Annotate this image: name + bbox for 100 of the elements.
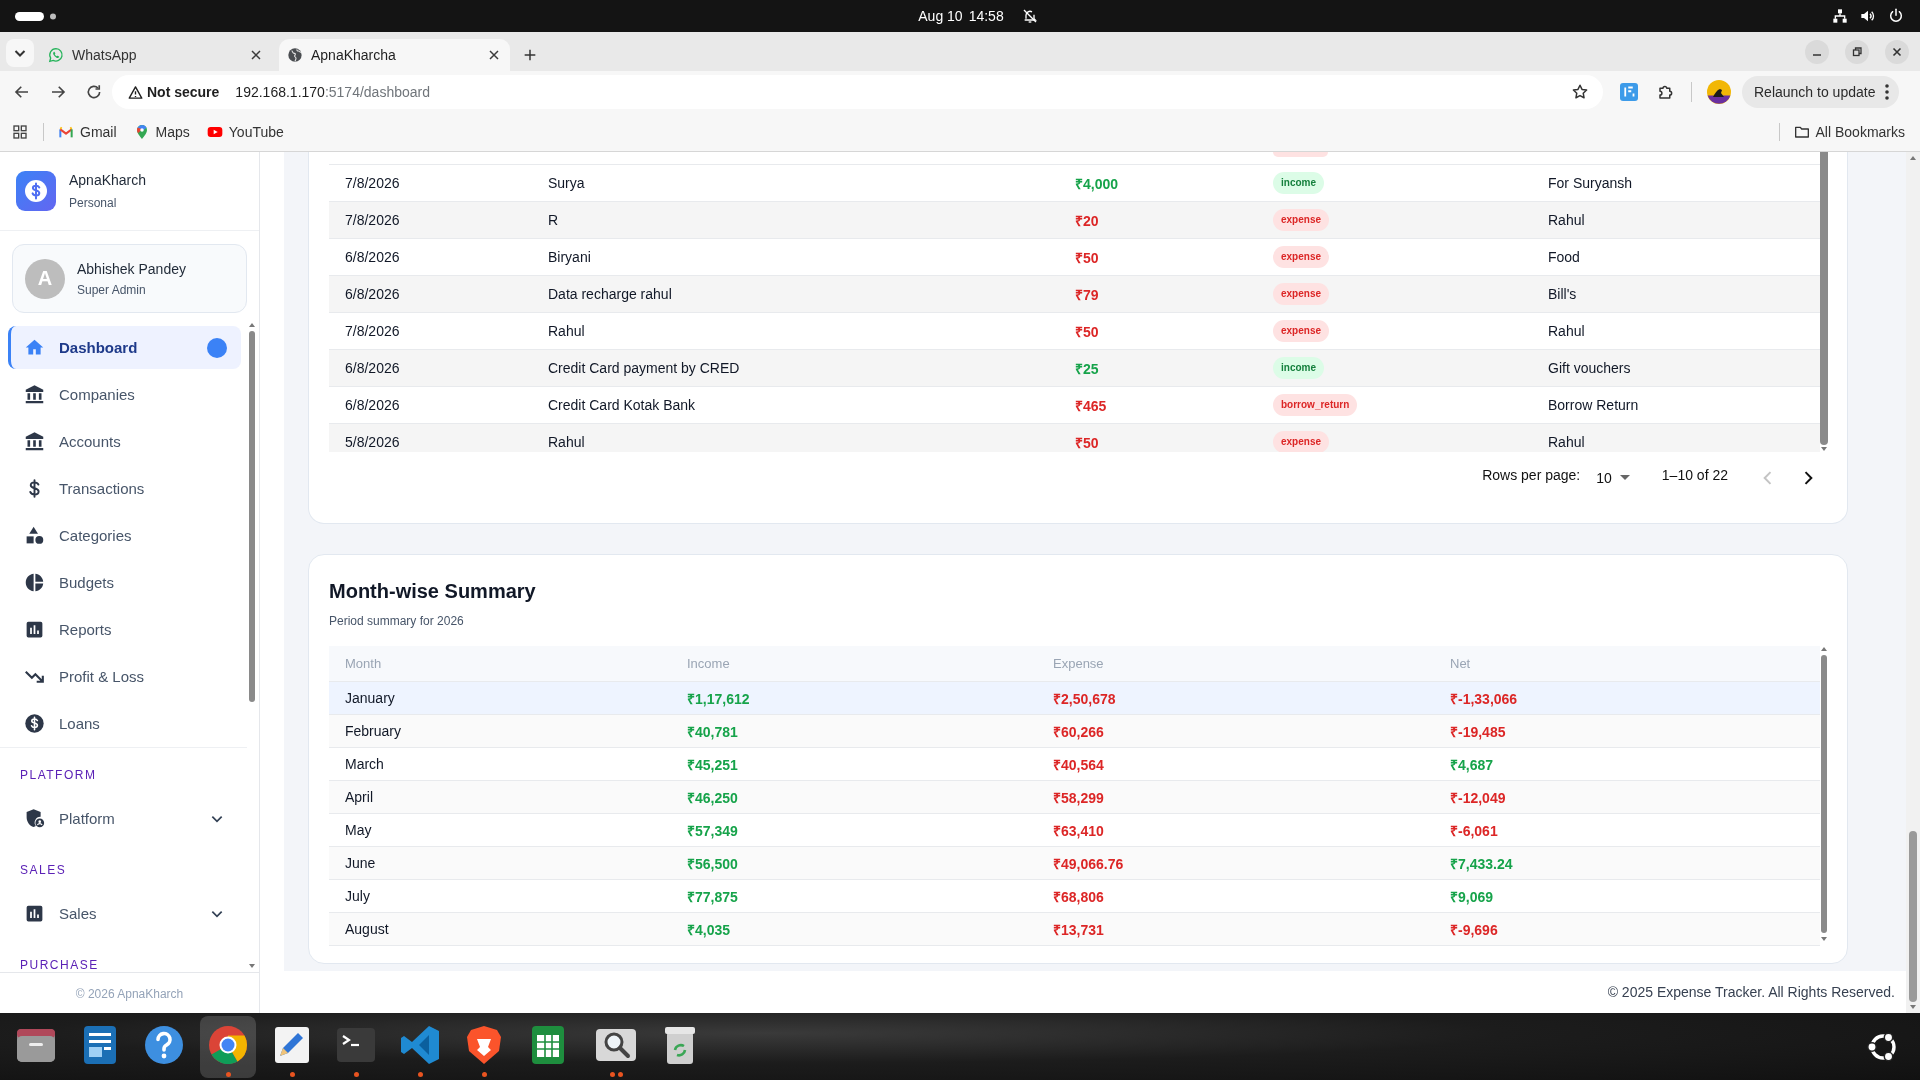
table-row[interactable]: June ₹56,500 ₹49,066.76 ₹7,433.24 <box>329 847 1820 880</box>
nav-group-item[interactable]: Platform <box>8 797 241 840</box>
table-row[interactable]: 7/8/2026 R ₹20 expense Rahul <box>329 202 1820 239</box>
muted-bell-icon[interactable] <box>1021 8 1038 24</box>
nav-item[interactable]: Transactions <box>8 467 241 510</box>
scroll-down-icon[interactable] <box>248 963 256 969</box>
scroll-up-icon[interactable] <box>1909 155 1917 161</box>
nav-item[interactable]: Profit & Loss <box>8 655 241 698</box>
nav-item[interactable]: Accounts <box>8 420 241 463</box>
table-row[interactable]: 6/8/2026 Data recharge rahul ₹79 expense Bill's <box>329 276 1820 313</box>
relaunch-button[interactable]: Relaunch to update <box>1742 76 1900 108</box>
description-cell-text: Credit Card payment by CRED <box>547 360 741 376</box>
net-cell-text: ₹-1,33,066 <box>1449 689 1519 708</box>
date-cell-text: 6/8/2026 <box>344 286 401 302</box>
table-row[interactable]: April ₹46,250 ₹58,299 ₹-12,049 <box>329 781 1820 814</box>
url-text[interactable]: 192.168.1.170:5174/dashboard <box>235 84 430 100</box>
table-row[interactable]: 6/8/2026 Credit Card payment by CRED ₹25 income Gift vouchers <box>329 350 1820 387</box>
workspace-indicator-icon[interactable] <box>15 11 56 21</box>
month-cell-text: June <box>344 855 377 871</box>
net-cell-text: ₹-6,061 <box>1449 821 1499 840</box>
amount-cell-text: ₹50 <box>1074 248 1100 267</box>
browser-tab[interactable]: WhatsApp <box>38 39 270 71</box>
income-cell-text: ₹1,17,612 <box>686 689 751 708</box>
amount-cell-text: ₹50 <box>1074 433 1100 452</box>
all-bookmarks-link[interactable]: All Bookmarks <box>1793 124 1905 140</box>
user-card[interactable]: A Abhishek Pandey Super Admin <box>12 244 247 313</box>
tab-search-icon[interactable] <box>6 39 34 67</box>
scrollbar[interactable] <box>1906 152 1920 1013</box>
nav-item[interactable]: Categories <box>8 514 241 557</box>
bar-chart-icon <box>24 903 45 924</box>
puzzle-icon[interactable] <box>1657 83 1675 101</box>
table-row[interactable]: February ₹40,781 ₹60,266 ₹-19,485 <box>329 715 1820 748</box>
user-avatar: A <box>25 258 65 299</box>
scrollbar-thumb[interactable] <box>249 331 255 702</box>
scrollbar-thumb[interactable] <box>1821 655 1827 933</box>
scroll-up-icon[interactable] <box>1820 646 1828 652</box>
bank-icon <box>24 384 45 405</box>
volume-icon[interactable] <box>1860 8 1876 24</box>
rows-per-page-label: Rows per page: <box>1482 467 1581 483</box>
warning-icon <box>128 84 143 100</box>
bookmark-link[interactable]: Maps <box>133 124 190 140</box>
expense-cell-text: ₹68,806 <box>1052 887 1105 906</box>
table-row[interactable]: August ₹4,035 ₹13,731 ₹-9,696 <box>329 913 1820 946</box>
nav-item[interactable]: Budgets <box>8 561 241 604</box>
category-cell-text: Rahul <box>1547 323 1586 339</box>
type-badge: income <box>1273 172 1324 194</box>
browser-tab[interactable]: ApnaKharcha <box>279 39 510 71</box>
bar-chart-icon <box>24 619 45 640</box>
play-button-icon <box>206 124 223 140</box>
description-cell-text: Data recharge rahul <box>547 286 673 302</box>
description-cell-text: Rahul <box>547 434 586 450</box>
badge-fragment <box>1273 152 1328 157</box>
page-range-text: 1–10 of 22 <box>1661 467 1728 483</box>
section-label: PLATFORM <box>19 767 98 783</box>
star-icon[interactable] <box>1571 83 1589 101</box>
amount-cell-text: ₹20 <box>1074 211 1100 230</box>
nav-item[interactable]: Companies <box>8 373 241 416</box>
nav-item[interactable]: Reports <box>8 608 241 651</box>
category-cell-text: Bill's <box>1547 286 1578 302</box>
nav-group-item[interactable]: Sales <box>8 892 241 935</box>
month-cell-text: May <box>344 822 373 838</box>
scrollbar-thumb[interactable] <box>1909 831 1917 1002</box>
profile-avatar-icon[interactable] <box>1707 80 1731 104</box>
dollar-logo-icon[interactable] <box>16 171 56 211</box>
month-cell-text: March <box>344 756 385 772</box>
plus-icon[interactable] <box>522 47 538 63</box>
bookmark-link[interactable]: YouTube <box>206 124 284 140</box>
extension-tile-icon[interactable] <box>1620 83 1638 101</box>
reload-icon[interactable] <box>85 83 103 101</box>
clock-time[interactable]: 14:58 <box>968 8 1004 24</box>
net-cell-text: ₹-9,696 <box>1449 920 1499 939</box>
network-icon[interactable] <box>1832 8 1848 24</box>
restore-icon[interactable] <box>1845 39 1869 64</box>
scroll-down-icon[interactable] <box>1909 1004 1917 1010</box>
month-cell-text: April <box>344 789 374 805</box>
scroll-up-icon[interactable] <box>248 322 256 328</box>
net-cell-text: ₹-19,485 <box>1449 722 1507 741</box>
scroll-down-icon[interactable] <box>1820 936 1828 942</box>
rows-per-page-select[interactable]: 10 <box>1596 470 1630 486</box>
table-row[interactable]: January ₹1,17,612 ₹2,50,678 ₹-1,33,066 <box>329 682 1820 715</box>
description-cell-text: Surya <box>547 175 586 191</box>
nav-item[interactable]: Loans <box>8 702 241 745</box>
description-cell-text: Biryani <box>547 249 592 265</box>
date-text[interactable]: Aug 10 <box>918 8 963 24</box>
type-badge: income <box>1273 357 1324 379</box>
bookmark-link[interactable]: Gmail <box>58 124 117 140</box>
table-row[interactable]: 5/8/2026 Rahul ₹50 expense Rahul <box>329 424 1820 452</box>
apps-grid-icon[interactable] <box>12 124 28 140</box>
minimize-icon[interactable] <box>1805 39 1829 64</box>
taskbar-button[interactable] <box>200 1015 256 1078</box>
more-vertical-icon[interactable] <box>1885 84 1890 100</box>
type-badge: expense <box>1273 283 1330 305</box>
back-arrow-icon[interactable] <box>13 83 31 101</box>
nav-item[interactable]: Dashboard <box>8 326 241 369</box>
shield-user-icon <box>24 808 45 829</box>
expense-cell-text: ₹40,564 <box>1052 755 1105 774</box>
address-bar[interactable]: Not secure 192.168.1.170:5174/dashboard <box>112 75 1603 109</box>
income-cell-text: ₹4,035 <box>686 920 732 939</box>
power-icon[interactable] <box>1888 8 1904 24</box>
forward-arrow-icon[interactable] <box>49 83 67 101</box>
